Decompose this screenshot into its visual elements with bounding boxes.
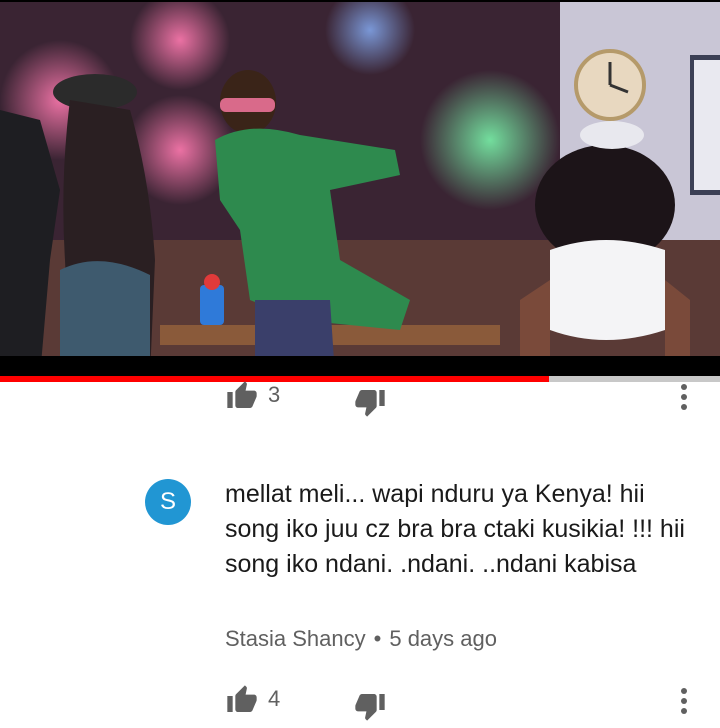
thumbs-down-icon[interactable] bbox=[354, 386, 386, 418]
comment-text: mellat meli... wapi nduru ya Kenya! hii … bbox=[225, 480, 685, 578]
video-player[interactable] bbox=[0, 0, 720, 376]
comment-time: 5 days ago bbox=[389, 626, 497, 651]
thumbs-up-icon[interactable] bbox=[226, 684, 258, 716]
more-vert-icon[interactable] bbox=[672, 684, 696, 718]
prev-comment-actions: 3 bbox=[0, 378, 720, 418]
comment-author[interactable]: Stasia Shancy bbox=[225, 626, 366, 651]
comment-actions: 4 bbox=[0, 682, 720, 722]
comment-meta: Stasia Shancy • 5 days ago bbox=[225, 626, 497, 652]
thumbs-up-icon[interactable] bbox=[226, 380, 258, 412]
thumbs-down-icon[interactable] bbox=[354, 690, 386, 722]
video-frame-image bbox=[0, 0, 720, 376]
avatar[interactable]: S bbox=[145, 479, 191, 525]
like-count: 3 bbox=[268, 382, 281, 407]
like-count: 4 bbox=[268, 686, 281, 711]
more-vert-icon[interactable] bbox=[672, 380, 696, 414]
meta-separator: • bbox=[373, 626, 382, 651]
